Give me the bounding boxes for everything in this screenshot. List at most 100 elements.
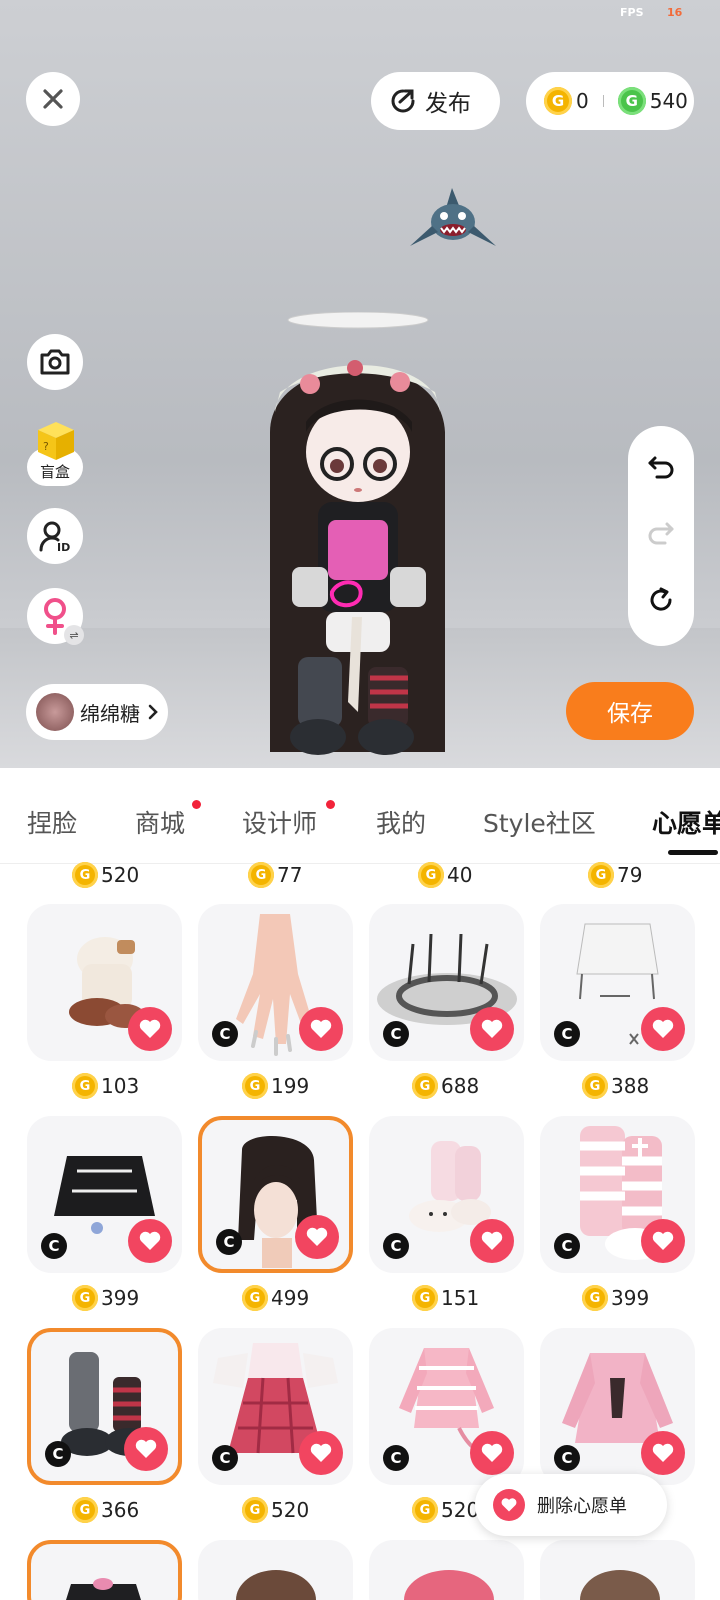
active-tab-indicator (668, 850, 718, 855)
creator-badge: C (554, 1445, 580, 1471)
heart-icon (652, 1019, 674, 1038)
history-panel (628, 426, 694, 646)
publish-label: 发布 (425, 91, 471, 117)
wishlist-heart-button[interactable] (124, 1427, 168, 1471)
pink-hat-image (404, 1570, 494, 1600)
heart-icon (652, 1443, 674, 1462)
item-card-partial[interactable] (540, 1540, 695, 1600)
price-tag: G 399 (72, 1283, 139, 1313)
price-value: 499 (271, 1286, 310, 1310)
price-tag: G 151 (412, 1283, 479, 1313)
user-nickname: 绵绵糖 (80, 701, 140, 726)
heart-icon (139, 1019, 161, 1038)
price-tag: G 520 (72, 860, 139, 890)
redo-icon[interactable] (647, 520, 675, 546)
gold-balance: 0 (576, 89, 589, 113)
coin-icon: G (242, 1073, 268, 1099)
coin-icon: G (242, 1497, 268, 1523)
price-tag: G 366 (72, 1495, 139, 1525)
heart-icon (310, 1443, 332, 1462)
price-value: 151 (441, 1286, 480, 1310)
item-card-spike-halo[interactable]: C (369, 904, 524, 1061)
item-card-pink-sweater[interactable]: C (540, 1328, 695, 1485)
delete-wishlist-button[interactable]: 删除心愿单 (475, 1474, 667, 1536)
item-card-dark-hair[interactable]: C (198, 1116, 353, 1273)
item-card-furry-boots[interactable] (27, 904, 182, 1061)
wishlist-heart-button[interactable] (128, 1007, 172, 1051)
camera-icon (40, 349, 70, 375)
mall-notification-dot (192, 800, 201, 809)
shark-pet[interactable] (408, 186, 498, 252)
wishlist-heart-button[interactable] (470, 1219, 514, 1263)
avatar-model (270, 312, 445, 755)
price-tag: G 79 (588, 860, 642, 890)
reset-icon[interactable] (647, 586, 675, 614)
wishlist-heart-button[interactable] (299, 1431, 343, 1475)
designer-notification-dot (326, 800, 335, 809)
price-value: 79 (617, 863, 643, 887)
item-card-partial[interactable] (369, 1540, 524, 1600)
coin-icon: G (418, 862, 444, 888)
publish-button[interactable]: 发布 (371, 72, 500, 130)
price-value: 199 (271, 1074, 310, 1098)
price-value: 399 (101, 1286, 140, 1310)
creator-badge: C (383, 1021, 409, 1047)
price-tag: G 499 (242, 1283, 309, 1313)
item-card-pink-striped-boots[interactable]: C (540, 1116, 695, 1273)
wishlist-heart-button[interactable] (128, 1219, 172, 1263)
tab-wishlist[interactable]: 心愿单 (652, 804, 720, 840)
heart-icon (306, 1227, 328, 1246)
heart-icon (481, 1443, 503, 1462)
wishlist-heart-button[interactable] (295, 1215, 339, 1259)
item-card-hand-nails[interactable]: C (198, 904, 353, 1061)
undo-icon[interactable] (647, 454, 675, 480)
wishlist-heart-button[interactable] (470, 1431, 514, 1475)
save-button[interactable]: 保存 (566, 682, 694, 740)
creator-badge: C (45, 1441, 71, 1467)
item-card-black-skirt[interactable]: C (27, 1116, 182, 1273)
camera-button[interactable] (27, 334, 83, 390)
fps-value: 16 (667, 6, 683, 19)
item-card-bunny-slippers[interactable]: C (369, 1116, 524, 1273)
currency-balance[interactable]: G 0 G 540 (526, 72, 694, 130)
tab-face[interactable]: 捏脸 (27, 804, 77, 840)
avatar-id-button[interactable]: ID (27, 508, 83, 564)
heart-icon (481, 1231, 503, 1250)
user-profile-pill[interactable]: 绵绵糖 (26, 684, 168, 740)
gift-box-icon: ? (38, 422, 74, 460)
price-value: 40 (447, 863, 473, 887)
price-tag: G 199 (242, 1071, 309, 1101)
item-card-partial[interactable] (27, 1540, 182, 1600)
price-tag: G 688 (412, 1071, 479, 1101)
item-card-partial[interactable] (198, 1540, 353, 1600)
coin-icon: G (72, 862, 98, 888)
coin-icon: G (248, 862, 274, 888)
tab-mine[interactable]: 我的 (376, 804, 426, 840)
item-card-plaid-dress[interactable]: C (198, 1328, 353, 1485)
creator-badge: C (212, 1445, 238, 1471)
swap-icon: ⇌ (64, 625, 84, 645)
price-tag: G 77 (248, 860, 302, 890)
wishlist-heart-button[interactable] (641, 1219, 685, 1263)
coin-icon: G (72, 1073, 98, 1099)
wishlist-heart-button[interactable] (641, 1431, 685, 1475)
item-card-white-skirt[interactable]: C (540, 904, 695, 1061)
item-card-gray-legwarmers[interactable]: C (27, 1328, 182, 1485)
currency-divider (602, 95, 604, 107)
tab-mall[interactable]: 商城 (135, 804, 185, 840)
wishlist-heart-button[interactable] (470, 1007, 514, 1051)
price-tag: G 388 (582, 1071, 649, 1101)
wishlist-heart-button[interactable] (641, 1007, 685, 1051)
tab-style-community[interactable]: Style社区 (483, 804, 596, 840)
close-button[interactable] (26, 72, 80, 126)
publish-icon (391, 89, 415, 113)
creator-badge: C (383, 1233, 409, 1259)
black-top-image (66, 1578, 141, 1600)
heart-icon (493, 1489, 525, 1521)
tab-designer[interactable]: 设计师 (242, 804, 317, 840)
item-card-pink-cardigan[interactable]: C (369, 1328, 524, 1485)
coin-icon: G (412, 1285, 438, 1311)
heart-icon (652, 1231, 674, 1250)
price-value: 399 (611, 1286, 650, 1310)
wishlist-heart-button[interactable] (299, 1007, 343, 1051)
